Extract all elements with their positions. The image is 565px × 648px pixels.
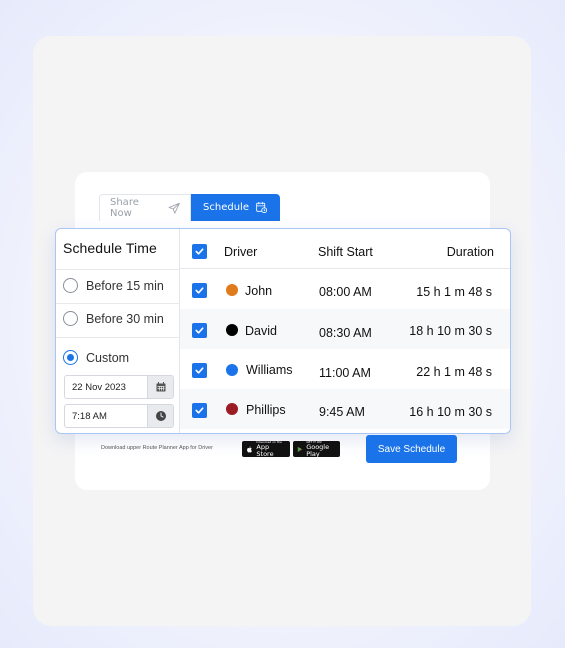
row-checkbox[interactable] bbox=[192, 323, 207, 338]
download-note: Download upper Route Planner App for Dri… bbox=[101, 445, 213, 451]
paper-plane-icon bbox=[168, 202, 180, 214]
time-picker-button[interactable] bbox=[147, 405, 173, 427]
checkmark-icon bbox=[195, 248, 204, 255]
shift-start: 08:30 AM bbox=[319, 326, 372, 340]
google-play-badge[interactable]: GET IT ON Google Play bbox=[293, 440, 340, 458]
driver-color-dot bbox=[226, 403, 238, 415]
table-row[interactable]: Williams 11:00 AM 22 h 1 m 48 s bbox=[180, 349, 510, 389]
driver-color-dot bbox=[226, 364, 238, 376]
google-play-text: GET IT ON Google Play bbox=[306, 440, 336, 458]
driver-name: Phillips bbox=[246, 403, 286, 417]
schedule-time-title: Schedule Time bbox=[63, 240, 157, 256]
option-custom-label: Custom bbox=[86, 350, 130, 365]
checkmark-icon bbox=[195, 407, 204, 414]
row-checkbox[interactable] bbox=[192, 403, 207, 418]
duration: 16 h 10 m 30 s bbox=[409, 405, 492, 419]
driver-name: Williams bbox=[246, 363, 293, 377]
row-checkbox[interactable] bbox=[192, 283, 207, 298]
row-checkbox[interactable] bbox=[192, 363, 207, 378]
duration: 22 h 1 m 48 s bbox=[416, 365, 492, 379]
divider bbox=[56, 337, 180, 338]
google-play-label: Google Play bbox=[306, 442, 330, 458]
checkmark-icon bbox=[195, 287, 204, 294]
date-picker-button[interactable] bbox=[147, 376, 173, 398]
driver-color-dot bbox=[226, 324, 238, 336]
driver-name: David bbox=[245, 324, 277, 338]
app-store-text: Download on the App Store bbox=[256, 440, 286, 458]
shift-start: 08:00 AM bbox=[319, 285, 372, 299]
table-row[interactable]: Phillips 9:45 AM 16 h 10 m 30 s bbox=[180, 389, 510, 429]
schedule-time-column: Schedule Time Before 15 min Before 30 mi… bbox=[56, 229, 180, 433]
tab-schedule[interactable]: Schedule bbox=[191, 194, 280, 221]
option-before-30[interactable]: Before 30 min bbox=[63, 311, 164, 326]
table-row[interactable]: John 08:00 AM 15 h 1 m 48 s bbox=[180, 269, 510, 309]
time-field[interactable]: 7:18 AM bbox=[64, 404, 174, 428]
app-store-label: App Store bbox=[256, 442, 274, 458]
clock-icon bbox=[155, 411, 166, 421]
schedule-panel: Schedule Time Before 15 min Before 30 mi… bbox=[55, 228, 511, 434]
checkmark-icon bbox=[195, 367, 204, 374]
date-value: 22 Nov 2023 bbox=[72, 381, 126, 393]
driver-table: Driver Shift Start Duration John 08:00 A… bbox=[180, 229, 510, 433]
tab-bar: Share Now Schedule bbox=[99, 194, 280, 221]
date-field[interactable]: 22 Nov 2023 bbox=[64, 375, 174, 399]
duration: 15 h 1 m 48 s bbox=[416, 285, 492, 299]
calendar-clock-icon bbox=[256, 202, 268, 214]
driver-color-dot bbox=[226, 284, 238, 296]
tab-schedule-label: Schedule bbox=[203, 202, 249, 213]
apple-icon bbox=[247, 446, 252, 452]
divider bbox=[56, 303, 180, 304]
radio-before-30[interactable] bbox=[63, 311, 78, 326]
divider bbox=[56, 269, 180, 270]
save-schedule-button[interactable]: Save Schedule bbox=[366, 435, 457, 463]
header-shift-start[interactable]: Shift Start bbox=[318, 245, 373, 259]
time-value: 7:18 AM bbox=[72, 410, 107, 422]
radio-custom[interactable] bbox=[63, 350, 78, 365]
play-store-icon bbox=[297, 446, 303, 452]
tab-share-now[interactable]: Share Now bbox=[99, 194, 191, 221]
header-duration[interactable]: Duration bbox=[447, 245, 494, 259]
checkmark-icon bbox=[195, 327, 204, 334]
option-custom[interactable]: Custom bbox=[63, 350, 129, 365]
tab-share-now-label: Share Now bbox=[110, 197, 139, 219]
shift-start: 11:00 AM bbox=[319, 366, 371, 380]
app-store-badge[interactable]: Download on the App Store bbox=[242, 440, 290, 458]
shift-start: 9:45 AM bbox=[319, 405, 365, 419]
table-row[interactable]: David 08:30 AM 18 h 10 m 30 s bbox=[180, 309, 510, 349]
calendar-icon bbox=[156, 382, 165, 392]
duration: 18 h 10 m 30 s bbox=[409, 324, 492, 338]
header-driver[interactable]: Driver bbox=[224, 245, 257, 259]
option-before-15-label: Before 15 min bbox=[86, 278, 164, 293]
option-before-15[interactable]: Before 15 min bbox=[63, 278, 164, 293]
driver-name: John bbox=[245, 284, 273, 298]
radio-before-15[interactable] bbox=[63, 278, 78, 293]
select-all-checkbox[interactable] bbox=[192, 244, 207, 259]
option-before-30-label: Before 30 min bbox=[86, 311, 164, 326]
table-header-row: Driver Shift Start Duration bbox=[180, 229, 510, 269]
